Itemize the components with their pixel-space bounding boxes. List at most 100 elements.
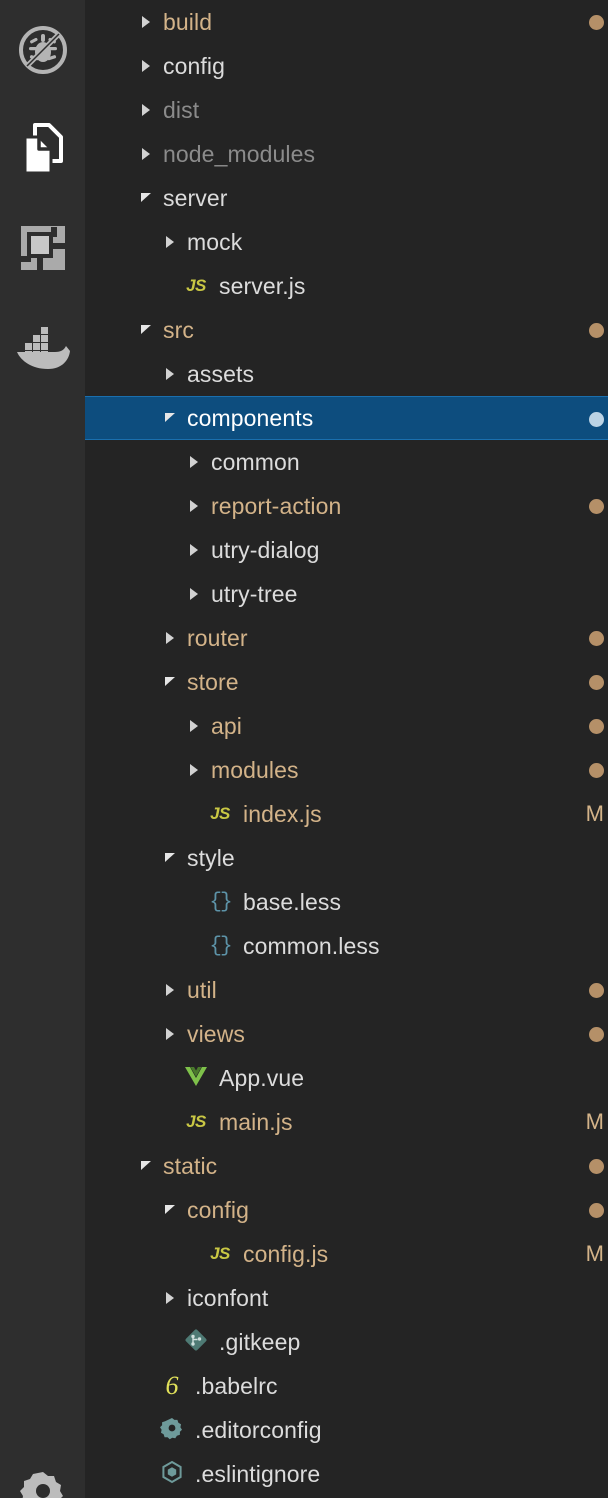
file-type-icon: JS — [205, 1232, 235, 1276]
tree-row[interactable]: router — [85, 616, 608, 660]
expand-arrow-icon[interactable] — [183, 572, 205, 616]
tree-row[interactable]: {} common.less — [85, 924, 608, 968]
structure-icon — [18, 223, 68, 273]
structure-icon-button[interactable] — [0, 198, 85, 297]
tree-row[interactable]: dist — [85, 88, 608, 132]
modified-dot-indicator — [589, 397, 604, 441]
tree-row[interactable]: report-action — [85, 484, 608, 528]
file-type-icon: JS — [181, 1100, 211, 1144]
tree-row[interactable]: node_modules — [85, 132, 608, 176]
modified-dot-indicator — [589, 484, 604, 528]
tree-row[interactable]: JS config.js M — [85, 1232, 608, 1276]
modified-dot-indicator — [589, 1144, 604, 1188]
expand-arrow-icon[interactable] — [183, 528, 205, 572]
tree-row-label: style — [187, 845, 235, 871]
copy-files-icon-button[interactable] — [0, 99, 85, 198]
file-type-icon: JS — [181, 264, 211, 308]
tree-row[interactable]: {} base.less — [85, 880, 608, 924]
tree-row[interactable]: JS index.js M — [85, 792, 608, 836]
expand-arrow-icon[interactable] — [183, 484, 205, 528]
no-bug-icon-button[interactable] — [0, 0, 85, 99]
tree-row-label: .eslintignore — [195, 1461, 321, 1487]
collapse-arrow-icon[interactable] — [159, 396, 181, 440]
expand-arrow-icon[interactable] — [135, 132, 157, 176]
project-file-tree[interactable]: build config dist node_modules server mock JS s… — [85, 0, 608, 1498]
collapse-arrow-icon[interactable] — [159, 836, 181, 880]
tree-row[interactable]: api — [85, 704, 608, 748]
tree-row-label: node_modules — [163, 141, 316, 167]
js-file-icon: JS — [210, 1244, 230, 1263]
tree-row[interactable]: static — [85, 1144, 608, 1188]
tree-row[interactable]: App.vue — [85, 1056, 608, 1100]
tree-row[interactable]: util — [85, 968, 608, 1012]
tree-row[interactable]: views — [85, 1012, 608, 1056]
tree-row-label: build — [163, 9, 213, 35]
docker-icon-button[interactable] — [0, 297, 85, 396]
tree-row[interactable]: iconfont — [85, 1276, 608, 1320]
expand-arrow-icon[interactable] — [159, 220, 181, 264]
expand-arrow-icon[interactable] — [159, 1012, 181, 1056]
js-file-icon: JS — [186, 276, 206, 295]
tree-row[interactable]: style — [85, 836, 608, 880]
tree-row[interactable]: .gitkeep — [85, 1320, 608, 1364]
tree-row[interactable]: config — [85, 44, 608, 88]
tree-row[interactable]: build — [85, 0, 608, 44]
tree-row[interactable]: config — [85, 1188, 608, 1232]
tree-row[interactable]: utry-dialog — [85, 528, 608, 572]
collapse-arrow-icon[interactable] — [135, 176, 157, 220]
tree-row[interactable]: src — [85, 308, 608, 352]
tree-row[interactable]: JS server.js — [85, 264, 608, 308]
modified-dot-indicator — [589, 308, 604, 352]
settings-gear-icon — [19, 1467, 67, 1498]
editorconfig-gear-icon — [160, 1416, 184, 1445]
tree-row[interactable]: .editorconfig — [85, 1408, 608, 1452]
less-file-icon: {} — [209, 890, 232, 914]
babel-file-icon: 6 — [165, 1371, 179, 1400]
tree-row[interactable]: 6 .babelrc — [85, 1364, 608, 1408]
tree-row[interactable]: store — [85, 660, 608, 704]
tree-row[interactable]: components — [85, 396, 608, 440]
expand-arrow-icon[interactable] — [159, 352, 181, 396]
tree-row[interactable]: mock — [85, 220, 608, 264]
collapse-arrow-icon[interactable] — [159, 660, 181, 704]
less-file-icon: {} — [209, 934, 232, 958]
expand-arrow-icon[interactable] — [135, 0, 157, 44]
expand-arrow-icon[interactable] — [183, 704, 205, 748]
expand-arrow-icon[interactable] — [159, 1276, 181, 1320]
collapse-arrow-icon[interactable] — [159, 1188, 181, 1232]
tree-row[interactable]: assets — [85, 352, 608, 396]
expand-arrow-icon[interactable] — [183, 440, 205, 484]
tree-row-label: index.js — [243, 801, 322, 827]
collapse-arrow-icon[interactable] — [135, 1144, 157, 1188]
tree-row-label: utry-dialog — [211, 537, 320, 563]
docker-icon — [13, 323, 73, 371]
eslint-file-icon — [160, 1460, 184, 1489]
tree-row[interactable]: server — [85, 176, 608, 220]
expand-arrow-icon[interactable] — [183, 748, 205, 792]
tree-row-label: api — [211, 713, 242, 739]
expand-arrow-icon[interactable] — [159, 968, 181, 1012]
tree-row[interactable]: utry-tree — [85, 572, 608, 616]
collapse-arrow-icon[interactable] — [135, 308, 157, 352]
tree-row-label: components — [187, 405, 314, 431]
modified-dot-indicator — [589, 0, 604, 44]
tree-row-label: modules — [211, 757, 299, 783]
tree-row[interactable]: common — [85, 440, 608, 484]
tree-row[interactable]: modules — [85, 748, 608, 792]
expand-arrow-icon[interactable] — [159, 616, 181, 660]
settings-gear-icon-button[interactable] — [0, 1456, 85, 1498]
tree-row-label: .gitkeep — [219, 1329, 301, 1355]
tree-row[interactable]: .eslintignore — [85, 1452, 608, 1496]
expand-arrow-icon[interactable] — [135, 88, 157, 132]
tree-row-label: store — [187, 669, 239, 695]
tree-row-label: utry-tree — [211, 581, 298, 607]
expand-arrow-icon[interactable] — [135, 44, 157, 88]
tree-row[interactable]: JS main.js M — [85, 1100, 608, 1144]
